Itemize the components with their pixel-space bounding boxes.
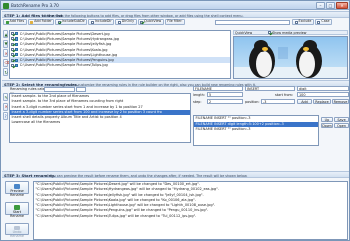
undo-rename-button[interactable]: Undo Rename (5, 223, 29, 238)
case-checkbox[interactable]: Case (314, 19, 332, 25)
file-path: C:\Users\Public\Pictures\Sample Pictures… (19, 63, 108, 68)
file-path: C:\Users\Public\Pictures\Sample Pictures… (19, 36, 120, 41)
save-rules-button[interactable]: Save (334, 116, 349, 122)
file-checkbox[interactable] (11, 63, 14, 67)
step-input[interactable]: 2 (207, 99, 243, 104)
arrow-up-icon: ▲ (4, 31, 8, 37)
rule-filter-input[interactable] (76, 87, 86, 92)
step1-toolbar: Add Files Add Folder IncludeSubDir Inclu… (3, 19, 186, 25)
step1-description: You can use the following buttons to add… (44, 13, 244, 18)
file-path: C:\Users\Public\Pictures\Sample Pictures… (19, 58, 114, 63)
file-checkbox[interactable] (11, 53, 14, 57)
delete-icon: ✕ (4, 104, 8, 109)
clear-list-button[interactable]: ⌫ (3, 58, 10, 67)
result-log: "C:\Users\Public\Pictures\Sample Picture… (33, 181, 348, 240)
quickview-label: QuickView (235, 30, 253, 35)
rule-down-button[interactable]: Down (321, 122, 333, 128)
quickview-header: QuickView Show media preview (233, 30, 348, 35)
image-file-icon (15, 58, 19, 62)
add-files-icon (5, 20, 9, 24)
arrow-down-icon: ▼ (4, 41, 8, 46)
length-input[interactable]: 5 (207, 92, 243, 97)
minimize-button[interactable]: – (316, 2, 325, 9)
exclude-checkbox[interactable]: Exclude (292, 19, 314, 25)
file-path: C:\Users\Public\Pictures\Sample Pictures… (19, 47, 108, 52)
step3-description: You can preview the result before rename… (50, 173, 248, 178)
file-checkbox[interactable] (11, 58, 14, 62)
selected-rules-list[interactable]: FILENAME INSERT "" position:-3 FILENAME I… (193, 115, 319, 146)
insert-type-select[interactable]: digit (297, 85, 349, 91)
filter-options: Exclude Case (292, 19, 332, 25)
action-select[interactable]: INSERT (245, 85, 295, 91)
quickview-panel: QuickView Show media preview (233, 30, 348, 79)
move-up-button[interactable]: ▲ (3, 30, 8, 38)
rule-list[interactable]: Insert sample- to the 2nd place of filen… (9, 93, 191, 143)
remove-file-button[interactable]: ✕ (3, 49, 8, 57)
file-path: C:\Users\Public\Pictures\Sample Pictures… (19, 31, 110, 36)
refresh-button[interactable]: ↻ (3, 68, 8, 76)
add-folder-button[interactable]: Add Folder (27, 19, 55, 25)
start-from-input[interactable]: 100 (297, 92, 349, 97)
selected-rule-item[interactable]: FILENAME INSERT "" position:-3 (194, 127, 318, 133)
app-window: BatchRename Pro 3.70 – □ ✕ STEP 1: Add f… (0, 0, 350, 241)
file-filter-input[interactable] (215, 19, 290, 25)
app-logo-icon (3, 2, 9, 9)
include-dir-checkbox[interactable]: IncludeDir (88, 19, 115, 25)
file-list-item[interactable]: C:\Users\Public\Pictures\Sample Pictures… (10, 63, 230, 68)
rule-up-button[interactable]: Up (321, 116, 333, 122)
file-checkbox[interactable] (11, 48, 14, 52)
folder-icon (30, 20, 34, 24)
close-button[interactable]: ✕ (336, 2, 348, 9)
quickview-checkbox[interactable]: QuickView (137, 19, 164, 25)
rule-side-buttons: ✎ ✕ ? (3, 93, 8, 122)
rule-delete-button[interactable]: ✕ (3, 102, 8, 111)
target-select[interactable]: FILENAME (193, 85, 243, 91)
rule-list-item[interactable]: Lowercase all the filenames (10, 120, 190, 125)
remove-rule-button[interactable]: Remove (332, 99, 349, 104)
file-list[interactable]: C:\Users\Public\Pictures\Sample Pictures… (9, 30, 231, 79)
file-list-side-buttons: ▲ ▼ ✕ ⌫ ↻ (3, 30, 10, 78)
file-path: C:\Users\Public\Pictures\Sample Pictures… (19, 52, 118, 57)
position-label: position: (245, 99, 260, 104)
file-filter-label: File filter: (164, 19, 186, 25)
rule-help-button[interactable]: ? (3, 112, 8, 120)
file-checkbox[interactable] (11, 42, 14, 46)
include-subdir-checkbox[interactable]: IncludeSubDir (55, 19, 88, 25)
refresh-icon: ↻ (4, 69, 8, 75)
rule-category-select[interactable] (44, 87, 75, 92)
step3-header: STEP 3: Start renaming. You can preview … (2, 171, 349, 178)
add-files-button[interactable]: Add Files (3, 19, 27, 25)
title-bar: BatchRename Pro 3.70 – □ ✕ (1, 1, 349, 10)
move-down-button[interactable]: ▼ (3, 39, 8, 48)
log-line: "C:\Users\Public\Pictures\Sample Picture… (35, 213, 197, 218)
penguins-preview-image (233, 35, 348, 79)
file-checkbox[interactable] (11, 37, 14, 41)
maximize-button[interactable]: □ (326, 2, 335, 9)
add-rule-button[interactable]: Add (297, 99, 312, 104)
remove-icon: ✕ (4, 50, 8, 56)
step1-header: STEP 1: Add files to the list. You can u… (2, 11, 349, 18)
dir-only-checkbox[interactable]: DirOnly (115, 19, 137, 25)
rule-edit-button[interactable]: ✎ (3, 93, 8, 101)
position-input[interactable]: -3 (261, 99, 295, 104)
show-media-preview-checkbox[interactable]: Show media preview (268, 31, 306, 35)
start-rename-button[interactable]: Start Rename (5, 202, 29, 218)
start-from-label: start from: (275, 92, 294, 97)
step3-heading: STEP 3: Start renaming. (4, 173, 56, 179)
preview-rename-button[interactable]: Preview Rename (5, 181, 29, 197)
file-checkbox[interactable] (11, 32, 14, 36)
length-label: length: (193, 92, 205, 97)
edit-icon: ✎ (4, 94, 8, 100)
help-icon: ? (4, 113, 7, 119)
replace-rule-button[interactable]: Replace (313, 99, 331, 104)
step-label: step: (193, 99, 202, 104)
open-rules-button[interactable]: Open (334, 122, 349, 128)
file-path: C:\Users\Public\Pictures\Sample Pictures… (19, 42, 112, 47)
window-title: BatchRename Pro 3.70 (11, 3, 59, 8)
